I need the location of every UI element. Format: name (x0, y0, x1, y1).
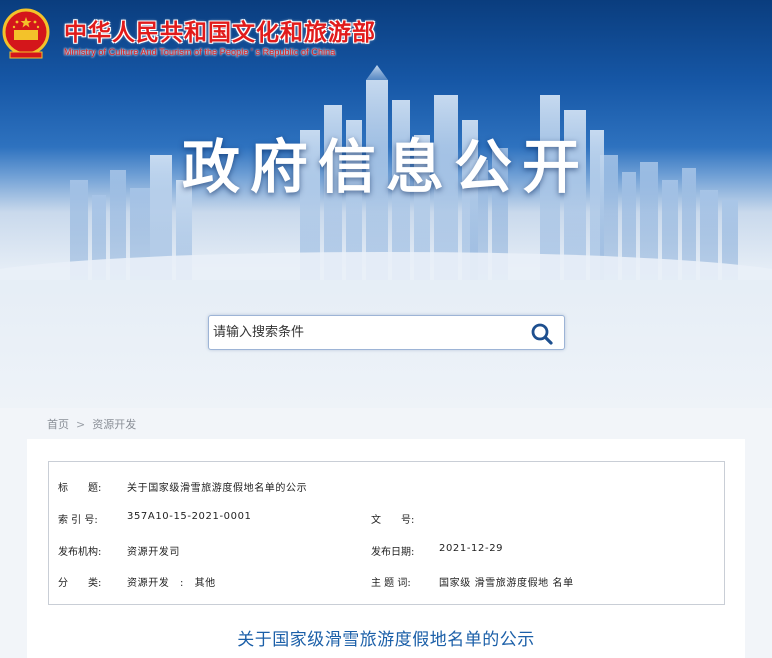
meta-label: 索 引 号: (58, 515, 98, 526)
meta-row-index: 索 引 号: 357A10-15-2021-0001 文 号: (49, 511, 726, 531)
meta-label: 分 类: (58, 578, 102, 589)
breadcrumb-home[interactable]: 首页 (47, 416, 69, 432)
meta-row-title: 标 题: 关于国家级滑雪旅游度假地名单的公示 (49, 479, 726, 499)
meta-row-category: 分 类: 资源开发 : 其他 主 题 词: 国家级 滑雪旅游度假地 名单 (49, 574, 726, 594)
header-banner: 中华人民共和国文化和旅游部 Ministry of Culture And To… (0, 0, 772, 408)
content-card: 标 题: 关于国家级滑雪旅游度假地名单的公示 索 引 号: 357A10-15-… (27, 439, 745, 658)
document-metadata-table: 标 题: 关于国家级滑雪旅游度假地名单的公示 索 引 号: 357A10-15-… (48, 461, 725, 605)
meta-row-org: 发布机构: 资源开发司 发布日期: 2021-12-29 (49, 543, 726, 563)
meta-value-title: 关于国家级滑雪旅游度假地名单的公示 (127, 483, 308, 494)
article-title: 关于国家级滑雪旅游度假地名单的公示 (237, 630, 535, 650)
search-input[interactable] (211, 318, 521, 347)
meta-label: 主 题 词: (371, 578, 411, 589)
banner-title: 政府信息公开 (181, 133, 590, 201)
ministry-name-cn: 中华人民共和国文化和旅游部 (64, 20, 376, 46)
meta-label: 文 号: (371, 515, 415, 526)
meta-value-keywords: 国家级 滑雪旅游度假地 名单 (439, 578, 574, 589)
search-bar (208, 315, 565, 350)
meta-label: 发布日期: (371, 547, 415, 558)
search-icon[interactable] (530, 322, 554, 346)
breadcrumb-current[interactable]: 资源开发 (92, 416, 136, 432)
meta-label: 发布机构: (58, 547, 102, 558)
breadcrumb-separator: > (76, 417, 86, 431)
meta-value-category: 资源开发 : 其他 (127, 578, 216, 589)
breadcrumb: 首页 > 资源开发 (47, 416, 136, 432)
meta-value-org: 资源开发司 (127, 547, 180, 558)
national-emblem-icon (2, 8, 50, 59)
meta-label: 标 题: (58, 483, 102, 494)
ministry-brand[interactable]: 中华人民共和国文化和旅游部 Ministry of Culture And To… (0, 8, 376, 70)
meta-value-index: 357A10-15-2021-0001 (127, 511, 252, 522)
ministry-name-en: Ministry of Culture And Tourism of the P… (64, 47, 336, 57)
meta-value-date: 2021-12-29 (439, 543, 504, 554)
